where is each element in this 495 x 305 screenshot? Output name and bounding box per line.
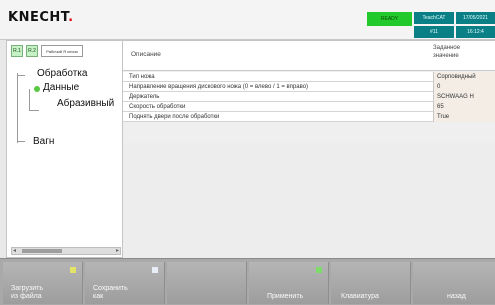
softkey-label: Применить [267, 293, 303, 301]
empty-softkey[interactable] [167, 262, 247, 304]
row-description: Скорость обработки [129, 104, 186, 110]
softkey-label: Сохранить как [93, 285, 128, 301]
status-box-date: 17/05/2021 [456, 12, 495, 24]
table-empty-area [123, 143, 495, 259]
apply-button[interactable]: Применить [249, 262, 329, 304]
status-box-mode: TeachCAT [414, 12, 454, 24]
softkey-label-line2: Клавиатура [341, 293, 379, 300]
softkey-label-line2: Применить [267, 293, 304, 300]
back-button[interactable]: назад [413, 262, 495, 304]
check-icon [316, 267, 322, 273]
knecht-logo: KNECHT. [8, 10, 74, 25]
tree-item-processing[interactable]: Обработка [37, 68, 87, 79]
parameters-table: Описание Заданное значение Тип ножа Сорп… [123, 40, 495, 259]
row-description: Направление вращения дискового ножа (0 =… [129, 84, 309, 90]
header-bar: KNECHT. READY TeachCAT 17/05/2021 #11 16… [0, 0, 495, 40]
folder-icon [70, 267, 76, 273]
tree-item-data[interactable]: Данные [43, 82, 79, 93]
scrollbar-thumb[interactable] [22, 249, 62, 253]
tree-horizontal-scrollbar[interactable]: ◂ ▸ [11, 247, 121, 255]
tree-button-2[interactable]: R.2 [26, 45, 38, 57]
logo-dot-icon: . [68, 10, 74, 25]
status-box-number: #11 [414, 26, 454, 38]
active-node-icon [34, 86, 40, 92]
save-icon [152, 267, 158, 273]
keyboard-button[interactable]: Клавиатура [331, 262, 411, 304]
softkey-label-line2: назад [447, 293, 466, 300]
save-as-button[interactable]: Сохранить как [85, 262, 165, 304]
load-from-file-button[interactable]: Загрузить из файла [3, 262, 83, 304]
tree-view-select[interactable]: Рабочий Я сесия [41, 45, 83, 57]
column-header-value-line1: Заданное [433, 45, 461, 51]
table-row[interactable]: Скорость обработки 65 [123, 102, 495, 112]
tree-connector [29, 110, 39, 111]
table-header: Описание Заданное значение [123, 41, 495, 71]
row-description: Тип ножа [129, 74, 155, 80]
tree-connector [29, 89, 30, 111]
softkey-label-line1: Загрузить [11, 285, 43, 292]
column-header-value-line2: значение [433, 53, 459, 59]
softkey-label-line2: как [93, 293, 104, 300]
row-value[interactable]: True [433, 112, 495, 122]
status-box-time: 16:12:4 [456, 26, 495, 38]
column-header-description: Описание [131, 51, 161, 58]
table-row[interactable]: Тип ножа Сорповидный [123, 72, 495, 82]
row-description: Поднять двери после обработки [129, 114, 220, 120]
row-value[interactable]: SCHWAAG H [433, 92, 495, 102]
row-value[interactable]: Сорповидный [433, 72, 495, 82]
tree-item-vagn[interactable]: Вагн [33, 136, 54, 147]
table-row[interactable]: Держатель SCHWAAG H [123, 92, 495, 102]
softkey-label: назад [447, 293, 466, 301]
scroll-left-icon[interactable]: ◂ [13, 247, 16, 254]
tree-button-1[interactable]: R.1 [11, 45, 23, 57]
status-indicator: READY [367, 12, 412, 26]
softkey-label-line1: Сохранить [93, 285, 128, 292]
column-header-value: Заданное значение [433, 44, 493, 60]
status-indicator-label: READY [380, 16, 399, 22]
row-description: Держатель [129, 94, 160, 100]
tree-item-abrasive[interactable]: Абразивный [57, 98, 123, 109]
table-row[interactable]: Поднять двери после обработки True [123, 112, 495, 122]
softkey-label: Клавиатура [341, 293, 379, 301]
softkey-bar: Загрузить из файла Сохранить как Примени… [0, 258, 495, 305]
scroll-right-icon[interactable]: ▸ [116, 247, 119, 254]
logo-text: KNECHT [8, 10, 69, 25]
softkey-label-line2: из файла [11, 293, 42, 300]
row-value[interactable]: 0 [433, 82, 495, 92]
tree-panel: R.1 R.2 Рабочий Я сесия Обработка Данные… [6, 40, 123, 258]
tree-connector [17, 141, 25, 142]
tree-connector [17, 75, 25, 76]
softkey-label: Загрузить из файла [11, 285, 43, 301]
tree-connector [17, 73, 18, 143]
table-row[interactable]: Направление вращения дискового ножа (0 =… [123, 82, 495, 92]
row-value[interactable]: 65 [433, 102, 495, 112]
